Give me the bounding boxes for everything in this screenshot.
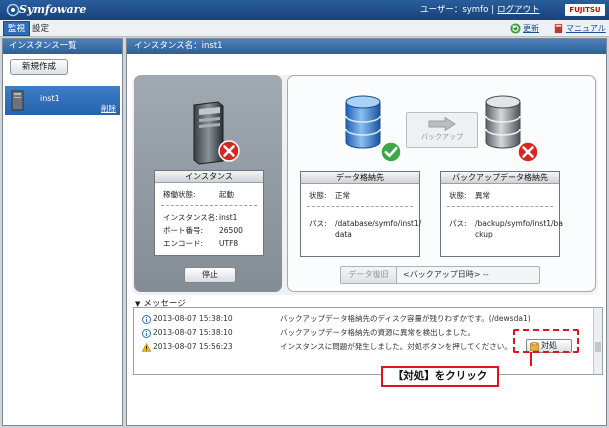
data-path-label: パス: [309, 219, 327, 228]
backup-path-label: パス: [449, 219, 467, 228]
status-overview: インスタンス 稼働状態: 起動 インスタンス名:inst1 ポート番号: 26500… [132, 75, 598, 295]
symfoware-logo: Symfoware [6, 2, 86, 18]
data-status-label: 状態: [309, 191, 327, 200]
database-icon [345, 95, 381, 149]
divider [307, 206, 413, 207]
divider [447, 206, 553, 207]
manual-label: マニュアル [566, 24, 606, 33]
port-label: ポート番号: [163, 226, 204, 235]
port-value: 26500 [219, 226, 243, 235]
sidebar-item-inst1[interactable]: inst1 削除 [5, 86, 120, 115]
data-storage-ok-icon [380, 141, 402, 163]
tab-bar: 監視 設定 更新 マニュアル [0, 20, 609, 37]
data-path-value-cont: data [335, 230, 352, 239]
message-datetime: 2013-08-07 15:38:10 [153, 314, 233, 323]
data-path-value: /database/symfo/inst1/ [335, 219, 422, 228]
instance-name-row: インスタンス名:inst1 [163, 212, 237, 223]
instance-name-value: inst1 [219, 213, 238, 222]
backup-status-label: 状態: [449, 191, 467, 200]
symfoware-logo-icon [6, 3, 20, 17]
logout-link[interactable]: ログアウト [497, 5, 540, 15]
callout-label: 【対処】をクリック [381, 366, 499, 387]
data-storage-title: データ格納先 [301, 172, 419, 184]
instance-status-row: 稼働状態: 起動 [163, 189, 234, 200]
instance-status-label: 稼働状態: [163, 190, 196, 199]
backup-path-row: パス: /backup/symfo/inst1/ba [449, 218, 563, 229]
message-datetime: 2013-08-07 15:38:10 [153, 328, 233, 337]
info-icon [142, 329, 151, 338]
data-status-value: 正常 [335, 191, 350, 200]
refresh-link[interactable]: 更新 [510, 22, 539, 35]
instance-status-value: 起動 [219, 190, 234, 199]
message-datetime: 2013-08-07 15:56:23 [153, 342, 233, 351]
server-icon [11, 90, 24, 111]
encoding-label: エンコード: [163, 239, 204, 248]
refresh-label: 更新 [523, 24, 539, 33]
backup-path-value-cont: ckup [475, 230, 493, 239]
page-title: インスタンス名：inst1 [127, 39, 606, 54]
callout-connector [530, 352, 532, 366]
data-path-row-2: data [335, 230, 352, 239]
data-storage-card: データ格納先 状態: 正常 パス: /database/symfo/inst1/ d… [300, 171, 421, 257]
header-separator: | [491, 5, 495, 15]
tab-monitor[interactable]: 監視 [3, 21, 31, 36]
backup-button[interactable]: バックアップ [406, 112, 478, 148]
restore-bar: データ復旧 <バックアップ日時> -- [340, 266, 540, 284]
instance-info-card: インスタンス 稼働状態: 起動 インスタンス名:inst1 ポート番号: 26500… [154, 170, 264, 256]
tab-settings[interactable]: 設定 [27, 21, 54, 36]
refresh-icon [510, 23, 521, 34]
restore-button[interactable]: データ復旧 [341, 267, 397, 283]
data-status-row: 状態: 正常 [309, 190, 350, 201]
backup-path-value: /backup/symfo/inst1/ba [475, 219, 563, 228]
backup-storage-card: バックアップデータ格納先 状態: 異常 パス: /backup/symfo/inst… [440, 171, 563, 257]
divider [161, 205, 257, 206]
fujitsu-logo: FUJITSU [565, 4, 605, 16]
message-scrollbar[interactable] [593, 308, 602, 374]
storage-panel: バックアップ データ格納先 状態: 正常 パス: /database/symfo/i… [287, 75, 596, 292]
backup-path-row-2: ckup [475, 230, 493, 239]
message-text: バックアップデータ格納先の資源に異常を検出しました。 [280, 328, 475, 337]
user-info: ユーザー：symfo | ログアウト [420, 0, 540, 20]
instance-name: inst1 [40, 94, 60, 103]
instance-error-icon [218, 140, 240, 162]
backup-status-value: 異常 [475, 191, 490, 200]
delete-instance-link[interactable]: 削除 [101, 103, 116, 114]
sidebar-title: インスタンス一覧 [3, 39, 122, 54]
data-path-row: パス: /database/symfo/inst1/ [309, 218, 421, 229]
main-panel: インスタンス名：inst1 インスタンス 稼働状態: 起動 インスタンス名:ins… [126, 38, 607, 426]
scrollbar-thumb[interactable] [595, 342, 601, 352]
app-header: Symfoware ユーザー：symfo | ログアウト FUJITSU [0, 0, 609, 20]
manual-link[interactable]: マニュアル [553, 22, 606, 35]
backup-storage-error-icon [517, 141, 539, 163]
arrow-right-icon [428, 117, 456, 131]
message-text: インスタンスに問題が発生しました。対処ボタンを押してください。 [280, 342, 512, 351]
stop-instance-button[interactable]: 停止 [184, 267, 236, 283]
brand-name: Symfoware [19, 3, 87, 16]
port-row: ポート番号: 26500 [163, 225, 243, 236]
info-icon [142, 315, 151, 324]
encoding-row: エンコード: UTF8 [163, 238, 238, 249]
user-label: ユーザー： [420, 5, 463, 15]
highlight-box [513, 329, 579, 353]
user-name: symfo [462, 5, 489, 15]
new-instance-button[interactable]: 新規作成 [10, 59, 68, 75]
backup-status-row: 状態: 異常 [449, 190, 490, 201]
instance-card-title: インスタンス [155, 171, 263, 183]
backup-datetime: <バックアップ日時> -- [403, 270, 489, 279]
message-text: バックアップデータ格納先のディスク容量が残りわずかです。(/dewsda1) [280, 314, 531, 323]
message-row: 2013-08-07 15:38:10 バックアップデータ格納先のディスク容量が… [134, 313, 589, 325]
instance-panel: インスタンス 稼働状態: 起動 インスタンス名:inst1 ポート番号: 26500… [134, 75, 282, 292]
warning-icon [142, 343, 151, 352]
manual-book-icon [554, 23, 563, 34]
encoding-value: UTF8 [219, 239, 239, 248]
instance-sidebar: インスタンス一覧 新規作成 inst1 削除 [2, 38, 123, 426]
instance-name-label: インスタンス名: [163, 213, 218, 222]
backup-button-label: バックアップ [421, 133, 463, 141]
backup-storage-title: バックアップデータ格納先 [441, 172, 559, 184]
